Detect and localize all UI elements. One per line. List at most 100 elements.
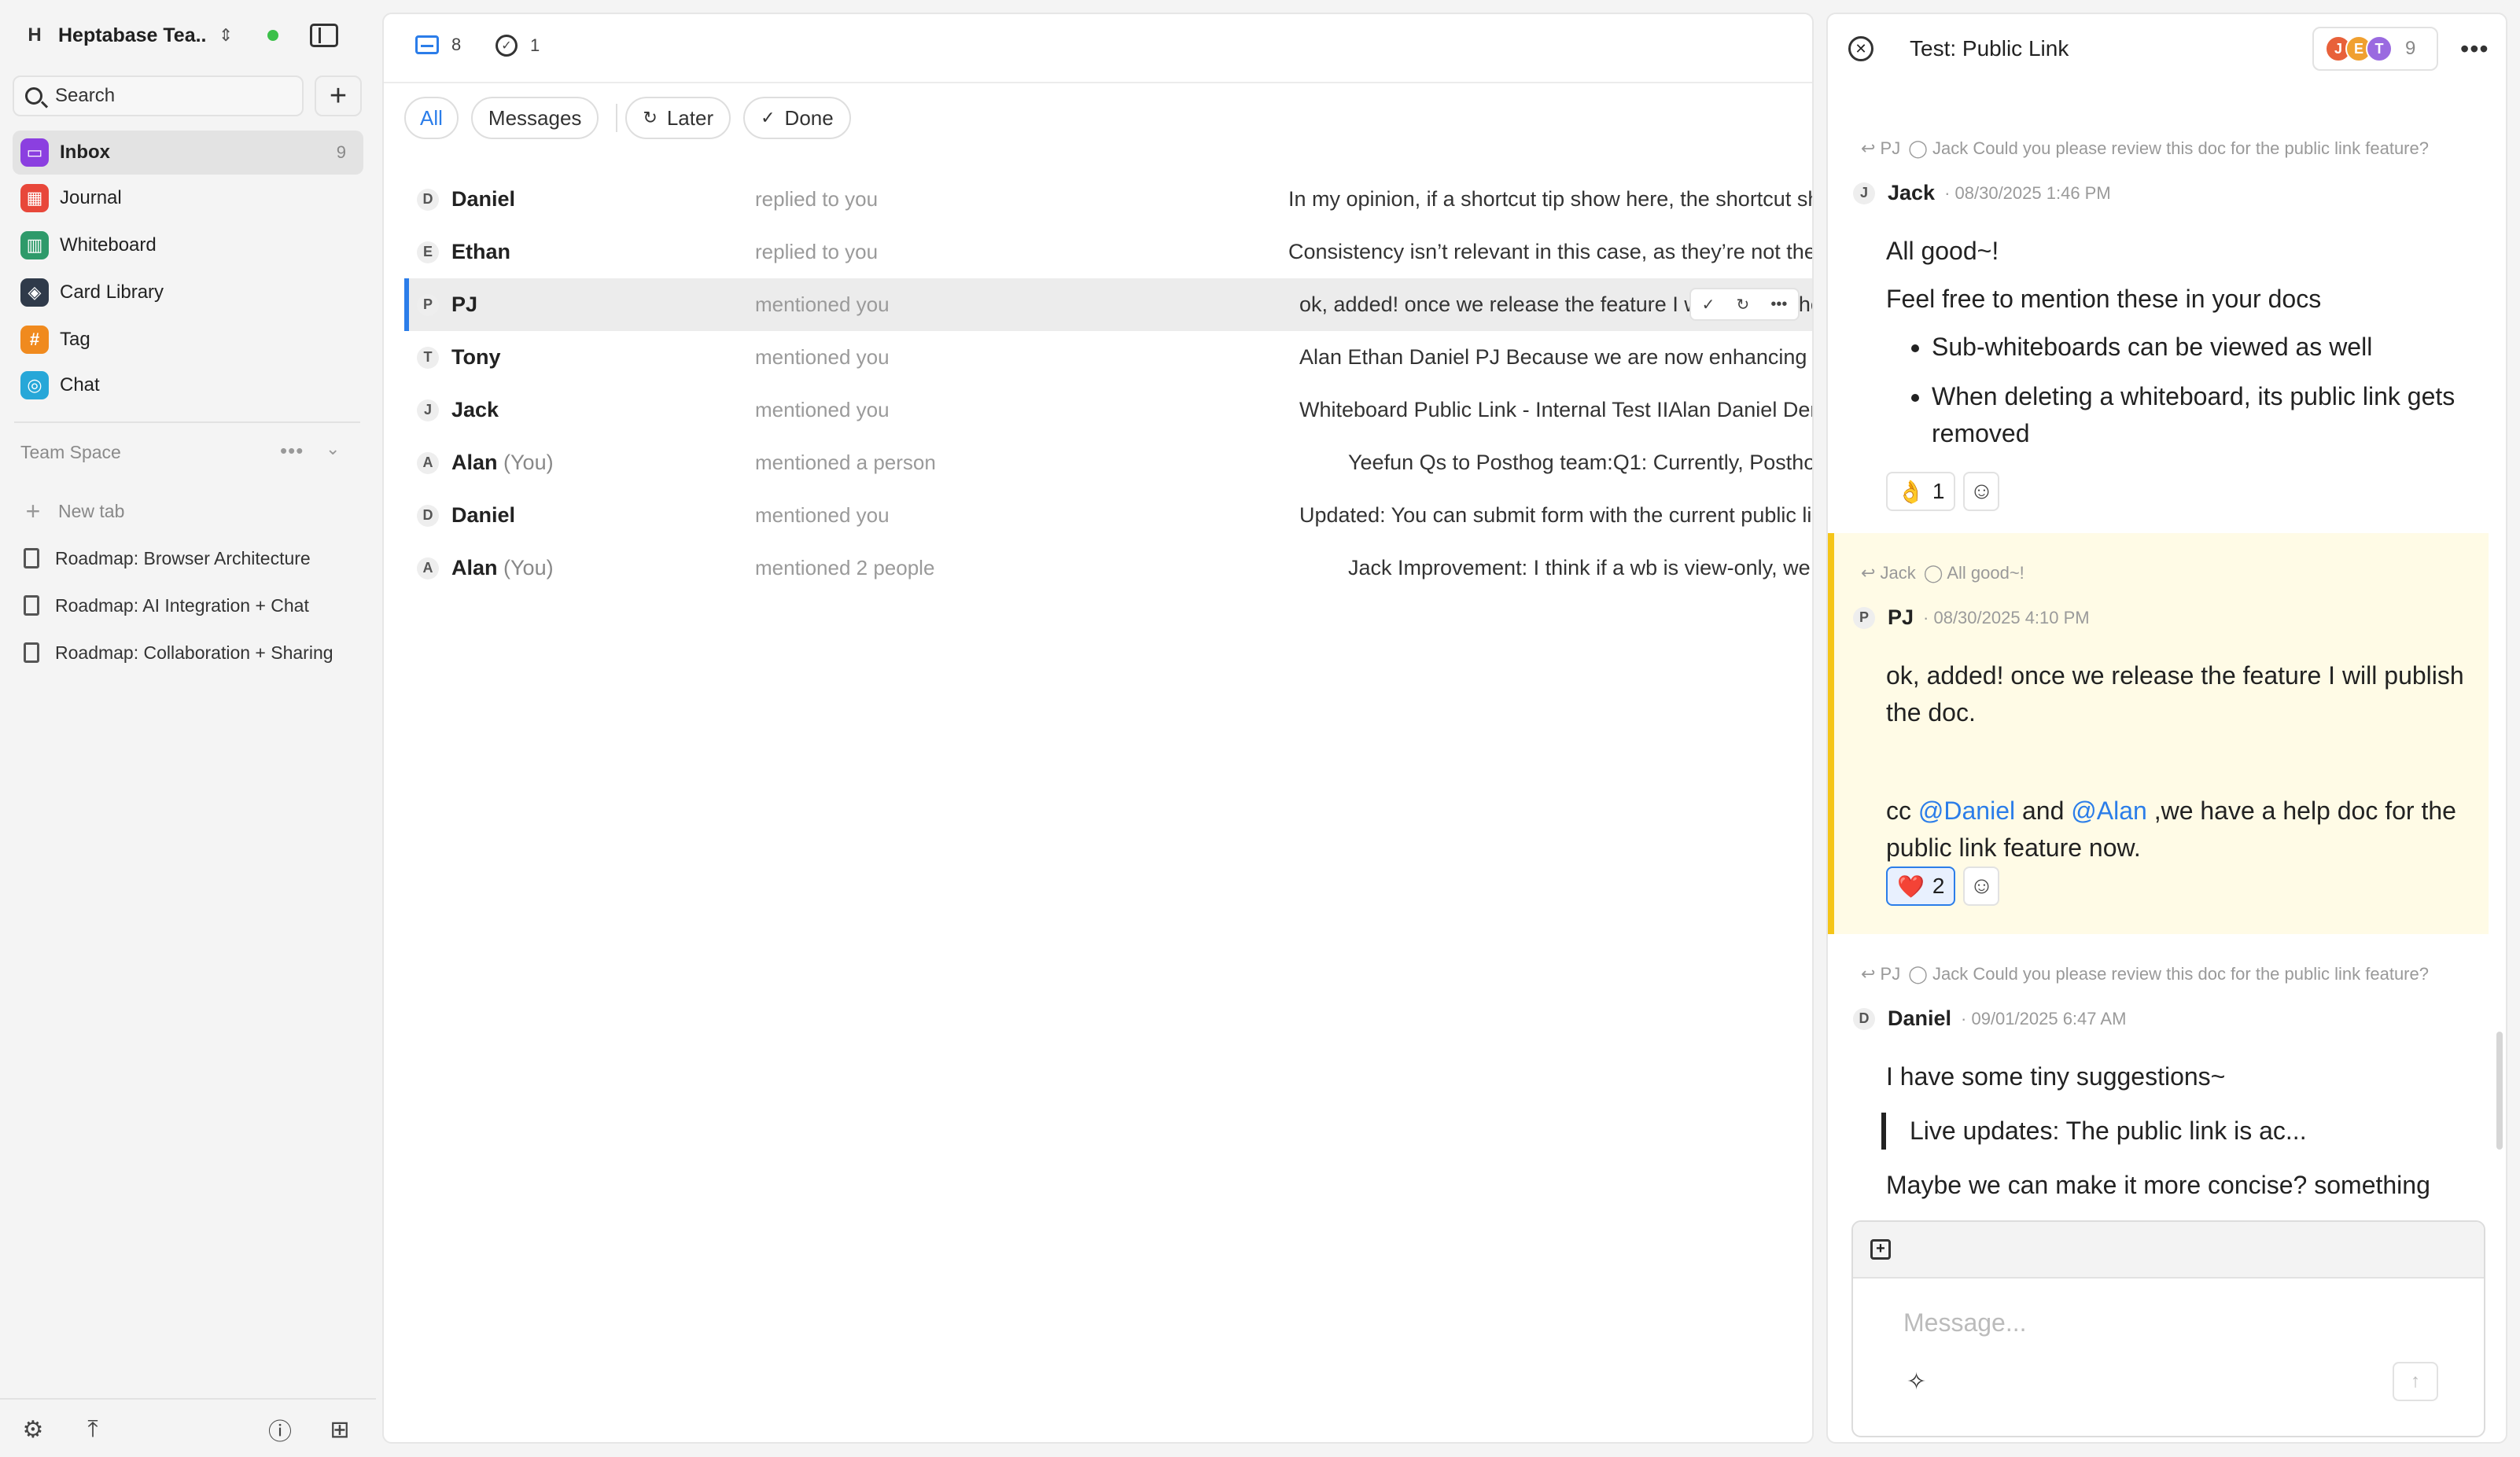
sidebar-item-label: Chat [60, 374, 100, 396]
row-action: replied to you [755, 240, 879, 263]
message-input[interactable]: Message... [1903, 1308, 2027, 1337]
more-icon[interactable]: ••• [280, 439, 304, 463]
comment-icon: ◯ [1923, 563, 1947, 583]
more-icon[interactable]: ••• [2460, 35, 2489, 64]
chevron-down-icon[interactable]: ⌄ [326, 439, 340, 459]
mark-done-icon[interactable]: ✓ [1702, 295, 1715, 315]
gift-icon[interactable]: ⊞ [326, 1415, 354, 1444]
online-status-dot [267, 30, 279, 41]
row-action: mentioned you [755, 293, 890, 316]
tab-roadmap-collaboration[interactable]: Roadmap: Collaboration + Sharing [24, 635, 333, 670]
workspace-switcher[interactable]: H Heptabase Tea... ⇕ [19, 19, 365, 52]
sidebar-divider [14, 421, 360, 423]
snooze-icon[interactable]: ↻ [1736, 295, 1749, 315]
add-reaction-icon[interactable]: ☺ [1963, 866, 2000, 906]
new-tab-button[interactable]: + New tab [24, 494, 125, 528]
inbox-row[interactable]: E Ethan replied to you Consistency isn’t… [404, 226, 1812, 278]
author-name: Daniel [1888, 1006, 1952, 1030]
help-icon[interactable]: ⓘ [266, 1415, 294, 1445]
reply-reference[interactable]: ↩ Jack ◯ All good~! [1861, 563, 2024, 583]
inbox-row[interactable]: A Alan (You) mentioned a person Yeefun Q… [404, 436, 1812, 489]
tag-icon: # [20, 326, 49, 354]
message-jack: ↩ PJ ◯ Jack Could you please review this … [1828, 109, 2489, 533]
sidebar-toggle-icon[interactable] [310, 24, 339, 47]
filter-done-label: Done [784, 105, 834, 130]
sidebar-item-label: Whiteboard [60, 234, 157, 256]
message-date: · 08/30/2025 1:46 PM [1944, 182, 2111, 203]
sidebar-item-label: Inbox [60, 142, 110, 163]
sparkle-icon[interactable]: ✧ [1907, 1368, 1926, 1396]
reaction-heart[interactable]: ❤️ 2 [1886, 866, 1956, 906]
sidebar-item-card-library[interactable]: ◈ Card Library [13, 270, 363, 315]
inbox-tray-icon [415, 35, 439, 54]
done-tab[interactable]: ✓ 1 [496, 35, 540, 57]
reply-reference[interactable]: ↩ PJ ◯ Jack Could you please review this … [1861, 138, 2429, 159]
row-action: mentioned 2 people [755, 556, 935, 579]
workspace-name[interactable]: Heptabase Tea... [58, 24, 208, 47]
list-item: When deleting a whiteboard, its public l… [1932, 378, 2484, 452]
avatar: D [417, 188, 439, 211]
sender-name-text: Alan [451, 556, 498, 579]
insert-icon[interactable]: + [1870, 1239, 1891, 1260]
message-paragraph: cc @Daniel and @Alan ,we have a help doc… [1886, 793, 2484, 866]
close-icon[interactable]: ✕ [1848, 36, 1873, 61]
sidebar-item-journal[interactable]: ▦ Journal [13, 176, 363, 220]
whiteboard-icon: ▥ [20, 231, 49, 259]
reply-text: Jack Could you please review this doc fo… [1932, 138, 2429, 158]
add-reaction-icon[interactable]: ☺ [1963, 472, 2000, 511]
row-preview: Updated: You can submit form with the cu… [1299, 503, 1812, 527]
row-action: mentioned you [755, 503, 890, 527]
document-icon [24, 595, 39, 616]
participants-button[interactable]: J E T 9 [2312, 27, 2438, 71]
reply-text: Jack Could you please review this doc fo… [1932, 964, 2429, 984]
gear-icon[interactable]: ⚙ [19, 1415, 47, 1444]
new-tab-label: New tab [58, 500, 125, 521]
row-preview: Whiteboard Public Link - Internal Test I… [1299, 398, 1812, 421]
reply-reference[interactable]: ↩ PJ ◯ Jack Could you please review this … [1861, 964, 2429, 984]
sidebar-item-chat[interactable]: ◎ Chat [13, 363, 363, 407]
inbox-icon: ▭ [20, 138, 49, 167]
tab-roadmap-browser[interactable]: Roadmap: Browser Architecture [24, 541, 311, 576]
reply-author: PJ [1880, 138, 1901, 158]
row-preview: In my opinion, if a shortcut tip show he… [1288, 187, 1812, 211]
participant-count: 9 [2405, 38, 2416, 59]
inbox-row-selected[interactable]: P PJ mentioned you ok, added! once we re… [404, 278, 1812, 331]
comment-icon: ◯ [1908, 964, 1932, 984]
filter-all[interactable]: All [404, 97, 459, 139]
reaction-emoji: ❤️ [1897, 874, 1925, 899]
done-count: 1 [530, 35, 540, 55]
author-name: PJ [1888, 605, 1914, 629]
mention-alan[interactable]: @Alan [2071, 797, 2147, 825]
inbox-row[interactable]: J Jack mentioned you Whiteboard Public L… [404, 384, 1812, 436]
message-header: P PJ · 08/30/2025 4:10 PM [1853, 605, 2090, 630]
sidebar-item-inbox[interactable]: ▭ Inbox 9 [13, 131, 363, 175]
sidebar-item-tag[interactable]: # Tag [13, 318, 363, 362]
unread-tab[interactable]: 8 [415, 35, 461, 55]
inbox-row[interactable]: D Daniel mentioned you Updated: You can … [404, 489, 1812, 542]
sidebar-item-whiteboard[interactable]: ▥ Whiteboard [13, 223, 363, 267]
inbox-row[interactable]: A Alan (You) mentioned 2 people Jack Imp… [404, 542, 1812, 594]
filter-later[interactable]: ↻ Later [625, 97, 731, 139]
send-button[interactable]: ↑ [2393, 1362, 2438, 1401]
add-button[interactable]: + [315, 75, 362, 116]
tab-roadmap-ai[interactable]: Roadmap: AI Integration + Chat [24, 588, 309, 623]
row-action: mentioned a person [755, 451, 936, 474]
inbox-row[interactable]: T Tony mentioned you Alan Ethan Daniel P… [404, 331, 1812, 384]
avatar: T [2366, 35, 2393, 62]
reaction-ok[interactable]: 👌 1 [1886, 472, 1956, 511]
team-space-title: Team Space [20, 442, 121, 462]
inbox-row[interactable]: D Daniel replied to you In my opinion, i… [404, 173, 1812, 226]
message-pj-highlighted: ↩ Jack ◯ All good~! P PJ · 08/30/2025 4:1… [1828, 533, 2489, 934]
filter-done[interactable]: ✓ Done [743, 97, 851, 139]
filter-messages[interactable]: Messages [470, 97, 599, 139]
chevron-updown-icon[interactable]: ⇕ [219, 25, 233, 46]
bullet-list: Sub-whiteboards can be viewed as well Wh… [1886, 329, 2484, 452]
mention-daniel[interactable]: @Daniel [1918, 797, 2015, 825]
filter-later-label: Later [666, 105, 714, 130]
scrollbar[interactable] [2496, 1032, 2503, 1150]
cc-text: cc [1886, 797, 1911, 825]
search-input[interactable]: Search [13, 75, 304, 116]
sender-name: PJ [451, 293, 477, 317]
more-icon[interactable]: ••• [1770, 296, 1787, 314]
upload-icon[interactable]: ⤒ [79, 1415, 107, 1444]
